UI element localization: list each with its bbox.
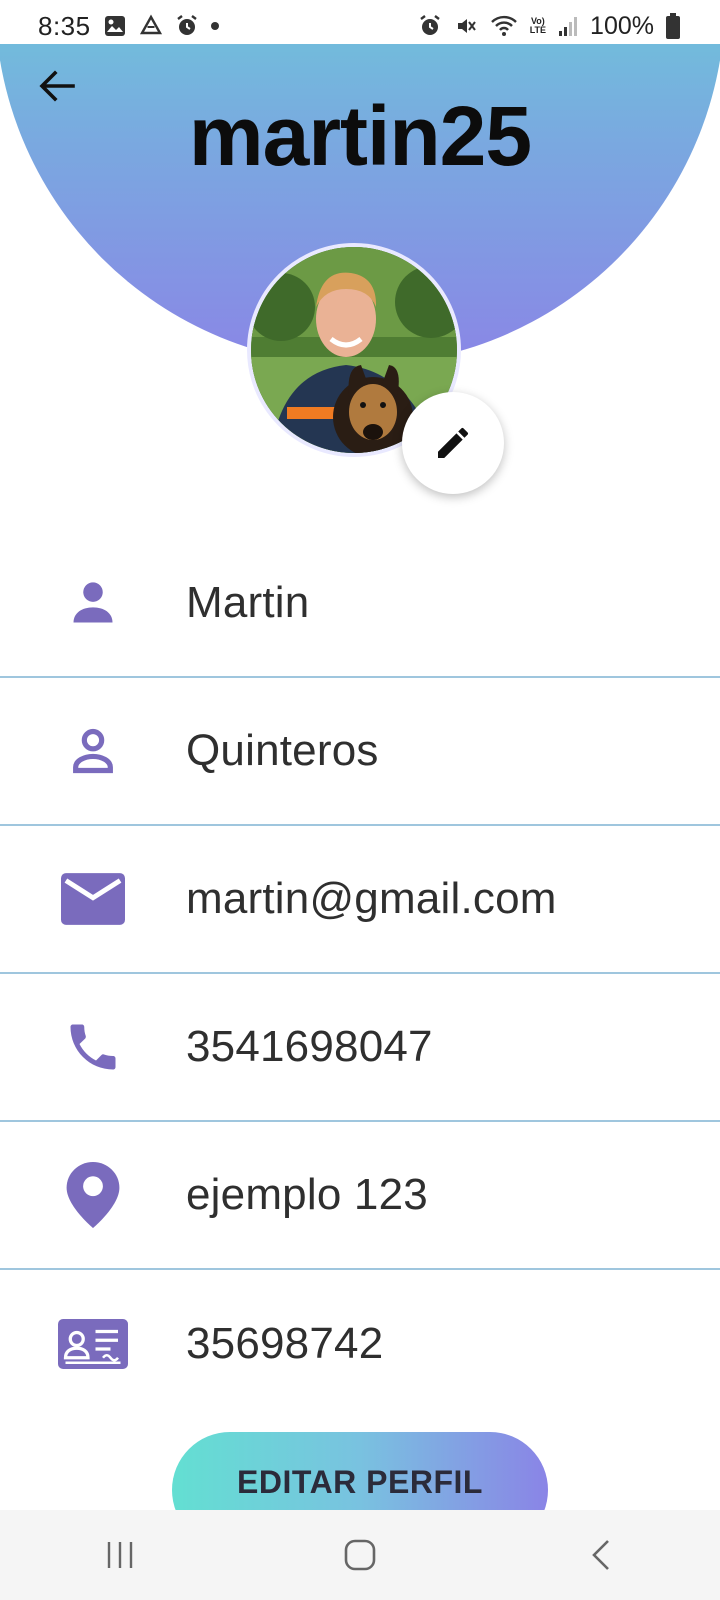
system-navigation-bar bbox=[0, 1510, 720, 1600]
document-id-value: 35698742 bbox=[186, 1319, 384, 1368]
document-id-row: 35698742 bbox=[0, 1270, 720, 1418]
phone-icon bbox=[0, 1017, 186, 1077]
id-card-icon bbox=[0, 1319, 186, 1369]
volte-icon: Vo) LTE bbox=[530, 17, 546, 35]
phone-row: 3541698047 bbox=[0, 974, 720, 1122]
home-button[interactable] bbox=[310, 1520, 410, 1590]
recent-apps-button[interactable] bbox=[70, 1520, 170, 1590]
gallery-icon bbox=[103, 14, 127, 38]
system-back-button[interactable] bbox=[550, 1520, 650, 1590]
wifi-icon bbox=[490, 14, 518, 38]
notification-dot-icon bbox=[210, 22, 219, 30]
last-name-value: Quinteros bbox=[186, 726, 379, 775]
pencil-icon bbox=[438, 427, 469, 458]
edit-photo-button[interactable] bbox=[402, 392, 504, 494]
alarm-icon bbox=[175, 14, 199, 38]
alarm-icon bbox=[418, 14, 442, 38]
signal-icon bbox=[558, 15, 578, 37]
mute-icon bbox=[454, 14, 478, 38]
recent-apps-icon bbox=[107, 1542, 133, 1568]
phone-value: 3541698047 bbox=[186, 1022, 433, 1071]
first-name-value: Martin bbox=[186, 578, 310, 627]
home-icon bbox=[344, 1539, 376, 1571]
mail-icon bbox=[0, 873, 186, 925]
chevron-left-icon bbox=[592, 1540, 609, 1570]
email-value: martin@gmail.com bbox=[186, 874, 557, 923]
person-filled-icon bbox=[0, 577, 186, 629]
lte-label: LTE bbox=[529, 25, 547, 35]
last-name-row: Quinteros bbox=[0, 678, 720, 826]
edit-profile-label: EDITAR PERFIL bbox=[237, 1464, 483, 1500]
location-pin-icon bbox=[0, 1162, 186, 1228]
status-time: 8:35 bbox=[38, 10, 91, 41]
drive-icon bbox=[139, 14, 163, 38]
page-title: martin25 bbox=[188, 89, 532, 183]
person-outline-icon bbox=[0, 725, 186, 777]
battery-percent: 100% bbox=[590, 11, 654, 40]
email-row: martin@gmail.com bbox=[0, 826, 720, 974]
address-row: ejemplo 123 bbox=[0, 1122, 720, 1270]
first-name-row: Martin bbox=[0, 530, 720, 678]
address-value: ejemplo 123 bbox=[186, 1170, 428, 1219]
battery-icon bbox=[666, 13, 680, 39]
